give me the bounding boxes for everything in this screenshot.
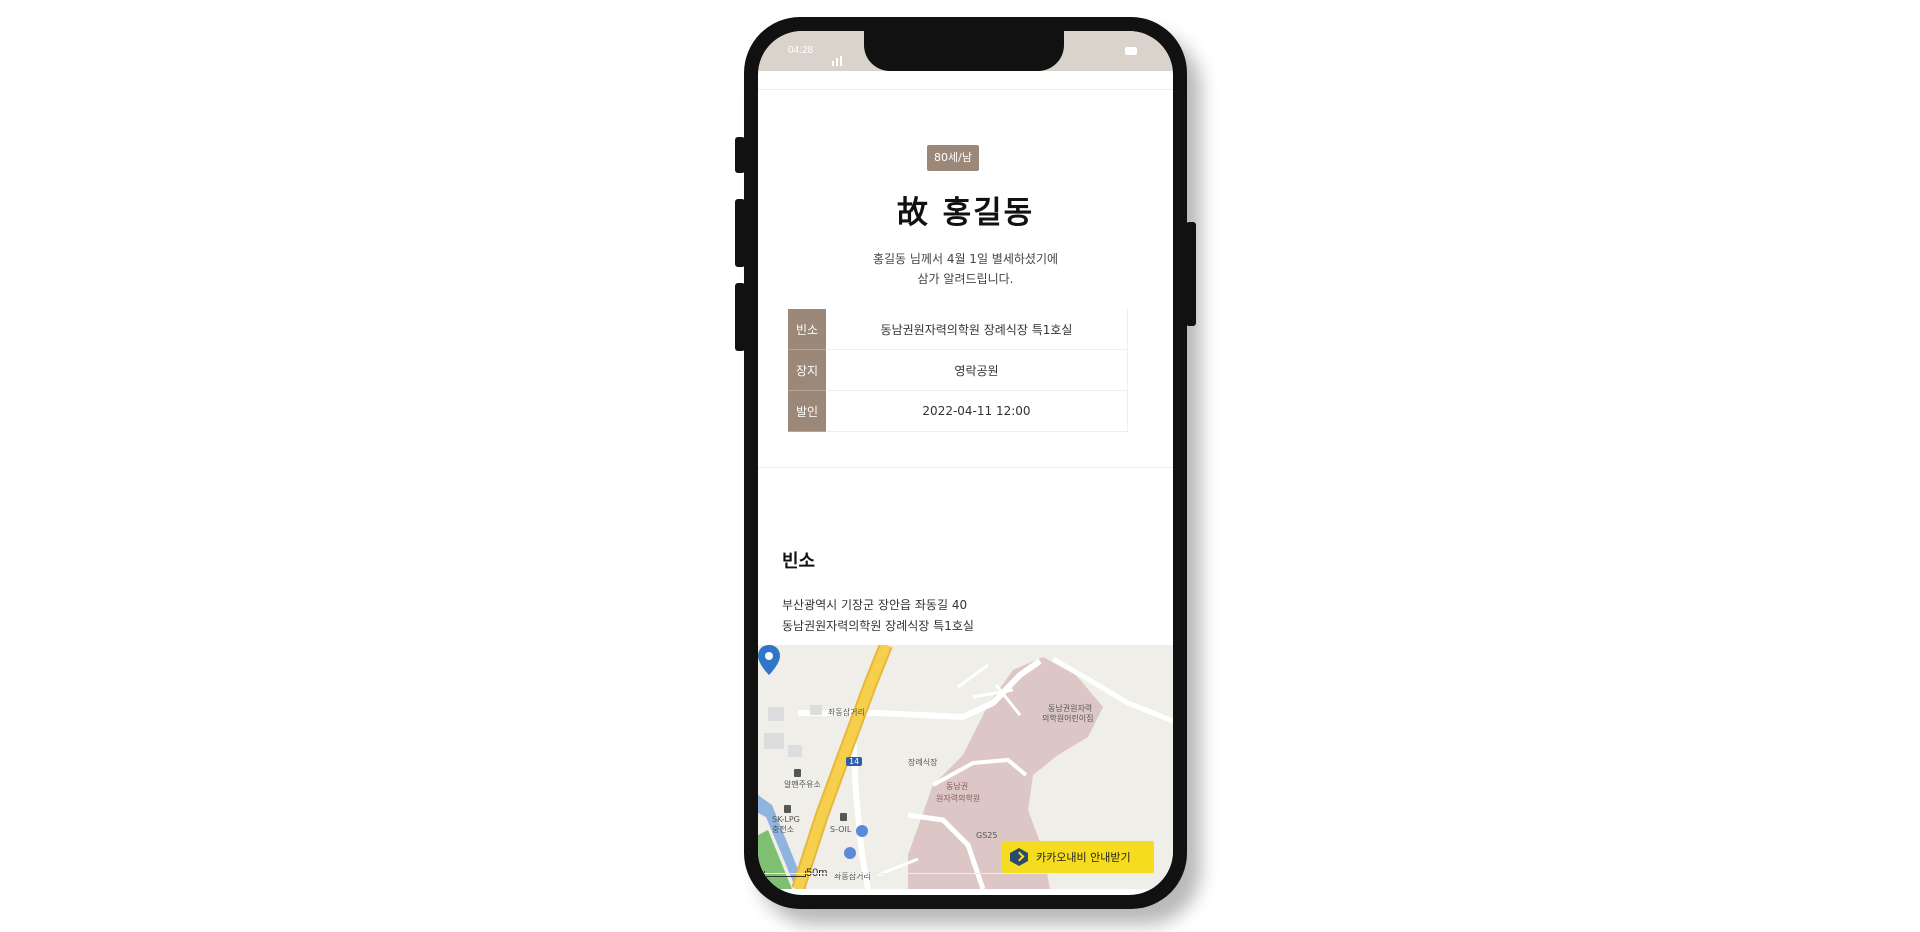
map-scale-bar [764, 871, 806, 877]
notice-line-2: 삼가 알려드립니다. [917, 272, 1014, 286]
venue-section-title: 빈소 [782, 551, 816, 572]
fuel-icon [840, 813, 847, 821]
notice-line-1: 홍길동 님께서 4월 1일 별세하셨기에 [872, 252, 1059, 266]
section-divider [758, 467, 1173, 468]
row-value: 동남권원자력의학원 장례식장 특1호실 [826, 309, 1128, 350]
deceased-name: 故 홍길동 [896, 195, 1035, 231]
address-line-1: 부산광역시 기장군 장안읍 좌동길 40 [782, 598, 968, 612]
map-label-gas-station: 알펜주유소 [784, 780, 821, 789]
map-label-top-building-line-2: 의학원어린이집 [1042, 714, 1094, 723]
navigation-arrow-icon [1010, 848, 1028, 866]
map-label-intersection: 좌동삼거리 [828, 708, 865, 717]
row-label: 발인 [788, 390, 826, 432]
row-value: 2022-04-11 12:00 [826, 390, 1128, 432]
kakao-navi-button[interactable]: 카카오내비 안내받기 [1002, 841, 1154, 873]
table-row: 빈소 동남권원자력의학원 장례식장 특1호실 [788, 309, 1128, 350]
notch [864, 31, 1064, 71]
kakao-navi-label: 카카오내비 안내받기 [1036, 851, 1131, 864]
row-label: 빈소 [788, 309, 826, 350]
signal-icon [832, 47, 848, 66]
venue-map[interactable]: 좌동삼거리 14 알펜주유소 SK-LPG 충전소 S-OIL 좌동삼거리 장례… [758, 645, 1173, 889]
status-time: 04:28 [788, 45, 814, 56]
volume-up-button [735, 199, 745, 267]
fuel-icon [794, 769, 801, 777]
volume-down-button [735, 283, 745, 351]
map-label-hospital-line-2: 원자력의학원 [936, 794, 981, 803]
map-label-funeral-hall: 장례식장 [908, 758, 938, 767]
venue-address: 부산광역시 기장군 장안읍 좌동길 40 동남권원자력의학원 장례식장 특1호실 [782, 595, 974, 637]
row-value: 영락공원 [826, 349, 1128, 391]
row-label: 장지 [788, 349, 826, 391]
phone-frame: 04:28 80세/남 故 홍길동 홍길동 님께서 4월 1일 별세하셨기에 삼… [735, 17, 1196, 909]
phone-screen: 04:28 80세/남 故 홍길동 홍길동 님께서 4월 1일 별세하셨기에 삼… [758, 31, 1173, 895]
battery-icon [1125, 47, 1137, 55]
map-label-convenience: GS25 [976, 831, 998, 840]
age-gender-badge: 80세/남 [927, 145, 979, 171]
table-row: 발인 2022-04-11 12:00 [788, 390, 1128, 432]
fuel-icon [784, 805, 791, 813]
funeral-info-table: 빈소 동남권원자력의학원 장례식장 특1호실 장지 영락공원 발인 2022-0… [788, 309, 1128, 432]
table-row: 장지 영락공원 [788, 349, 1128, 391]
bus-stop-icon [844, 847, 856, 859]
bus-stop-icon [856, 825, 868, 837]
map-label-hospital-line-1: 동남권 [946, 782, 969, 791]
bottom-divider [758, 873, 1173, 874]
address-line-2: 동남권원자력의학원 장례식장 특1호실 [782, 619, 974, 633]
map-label-lpg-station: SK-LPG 충전소 [772, 815, 800, 834]
top-divider [758, 89, 1173, 90]
mute-switch [735, 137, 745, 173]
map-label-road-number: 14 [846, 757, 863, 766]
obituary-notice: 홍길동 님께서 4월 1일 별세하셨기에 삼가 알려드립니다. [758, 249, 1173, 289]
power-button [1186, 222, 1196, 326]
map-pin-icon[interactable] [758, 645, 780, 675]
map-label-s-oil: S-OIL [830, 825, 852, 834]
